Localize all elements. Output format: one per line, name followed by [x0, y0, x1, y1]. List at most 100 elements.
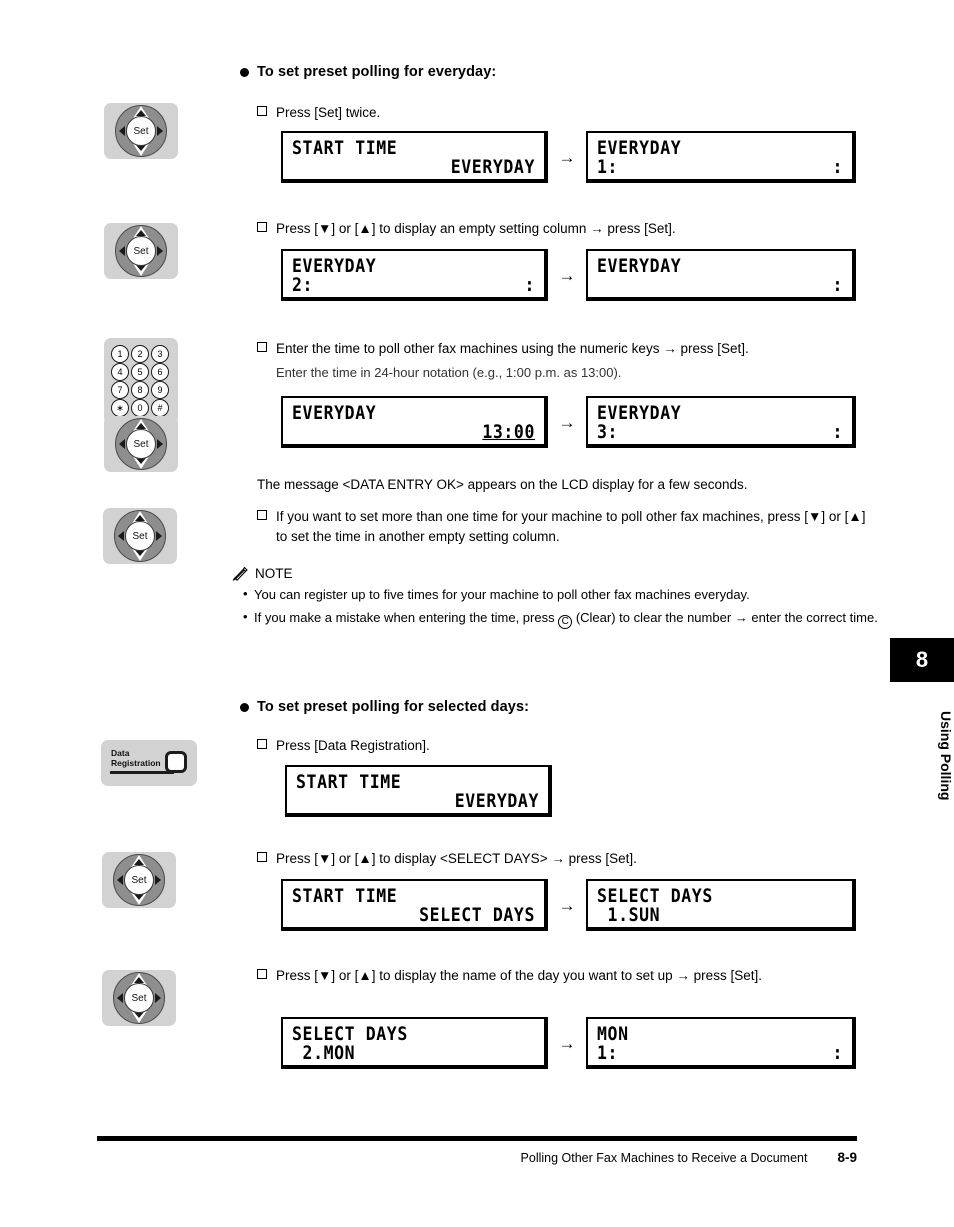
lcd-text-bottom-right: :	[832, 1042, 843, 1064]
lcd-display-left: START TIME SELECT DAYS	[281, 879, 548, 931]
section-heading-text: To set preset polling for selected days:	[257, 699, 530, 715]
step-text: Press [Data Registration].	[276, 738, 430, 753]
set-key-illustration-2: Set	[104, 223, 178, 279]
keypad-key: 4	[111, 363, 129, 381]
lcd-text-bottom-left: 2:	[292, 274, 314, 296]
data-registration-line1: Data	[111, 748, 130, 758]
step-item: Press [Set] twice.	[257, 103, 882, 123]
keypad-key: 5	[131, 363, 149, 381]
lcd-display-left: SELECT DAYS 2.MON	[281, 1017, 548, 1069]
lcd-text-bottom-left: 2.MON	[292, 1042, 356, 1064]
keypad-grid: 1 2 3 4 5 6 7 8 9 ∗ 0 #	[111, 345, 171, 417]
lcd-display-left: START TIME EVERYDAY	[281, 131, 548, 183]
keypad-key: 7	[111, 381, 129, 399]
arrow-right-icon	[157, 246, 163, 256]
arrow-left-icon	[119, 439, 125, 449]
arrow-left-icon	[119, 126, 125, 136]
set-key-illustration-6: Set	[102, 970, 176, 1026]
set-button-label: Set	[126, 236, 156, 266]
lcd-pair-5: START TIME SELECT DAYS → SELECT DAYS 1.S…	[281, 879, 856, 931]
lcd-display-left: EVERYDAY 2: :	[281, 249, 548, 301]
numeric-keypad-illustration: 1 2 3 4 5 6 7 8 9 ∗ 0 #	[104, 338, 178, 424]
arrow-left-icon	[118, 531, 124, 541]
note-block: NOTE You can register up to five times f…	[231, 565, 881, 633]
lcd-display-left: START TIME EVERYDAY	[285, 765, 552, 817]
set-button-label: Set	[125, 521, 155, 551]
nav-ring-group: Set	[115, 225, 167, 277]
flow-arrow-icon: →	[558, 1033, 576, 1053]
section-heading-selected-days: To set preset polling for selected days:	[240, 699, 529, 715]
lcd-text-bottom-left: 1:	[597, 156, 619, 178]
nav-ring-group: Set	[113, 972, 165, 1024]
lcd-display-right: EVERYDAY 3: :	[586, 396, 856, 448]
nav-ring-group: Set	[114, 510, 166, 562]
step-checkbox-icon	[257, 106, 267, 116]
note-item: If you make a mistake when entering the …	[243, 608, 881, 629]
set-key-illustration-5: Set	[102, 852, 176, 908]
nav-ring-group: Set	[115, 105, 167, 157]
lcd-text-bottom-right: 13:00	[482, 421, 535, 443]
keypad-key: 9	[151, 381, 169, 399]
step-item: If you want to set more than one time fo…	[257, 507, 877, 547]
note-item: You can register up to five times for yo…	[243, 585, 881, 605]
lcd-text-bottom-right: :	[832, 156, 843, 178]
flow-arrow-icon: →	[558, 147, 576, 167]
note-item-text-post: (Clear) to clear the number → enter the …	[572, 609, 878, 625]
keypad-key: 8	[131, 381, 149, 399]
lcd-text-bottom-left: 1.SUN	[597, 904, 661, 926]
keypad-key: 6	[151, 363, 169, 381]
manual-page: Set Set 1 2 3 4 5 6 7 8 9 ∗ 0 # Set Set …	[0, 0, 954, 1227]
lcd-text-bottom-left: 3:	[597, 421, 619, 443]
chapter-label: Using Polling	[938, 711, 954, 801]
lcd-text-bottom-right: :	[832, 274, 843, 296]
set-key-illustration-3: Set	[104, 416, 178, 472]
lcd-text-bottom-right: :	[524, 274, 535, 296]
step-item: Enter the time to poll other fax machine…	[257, 339, 882, 359]
note-label: NOTE	[255, 566, 293, 581]
clear-key-icon: C	[558, 614, 573, 629]
step-checkbox-icon	[257, 969, 267, 979]
set-button-label: Set	[124, 865, 154, 895]
arrow-right-icon	[157, 439, 163, 449]
chapter-tab: 8 Using Polling	[890, 638, 954, 816]
step-text: If you want to set more than one time fo…	[276, 509, 866, 544]
arrow-right-icon	[157, 126, 163, 136]
flow-arrow-icon: →	[558, 895, 576, 915]
lcd-pair-3: EVERYDAY 13:00 → EVERYDAY 3: :	[281, 396, 856, 448]
arrow-right-icon	[155, 993, 161, 1003]
step-text: Enter the time to poll other fax machine…	[276, 341, 749, 356]
lcd-text-bottom-left: 1:	[597, 1042, 619, 1064]
data-registration-label: Data Registration	[111, 748, 169, 768]
footer-rule	[97, 1136, 857, 1141]
chapter-number: 8	[890, 638, 954, 682]
keypad-key: 1	[111, 345, 129, 363]
data-registration-underline	[110, 771, 174, 774]
lcd-text-bottom-right: EVERYDAY	[454, 790, 539, 812]
step-checkbox-icon	[257, 852, 267, 862]
lcd-display-right: EVERYDAY :	[586, 249, 856, 301]
step-checkbox-icon	[257, 342, 267, 352]
keypad-key: 0	[131, 399, 149, 417]
arrow-right-icon	[155, 875, 161, 885]
flow-arrow-icon: →	[558, 265, 576, 285]
lcd-text-bottom-right: SELECT DAYS	[419, 904, 535, 926]
lcd-pair-6: SELECT DAYS 2.MON → MON 1: :	[281, 1017, 856, 1069]
keypad-key: #	[151, 399, 169, 417]
data-entry-ok-paragraph: The message <DATA ENTRY OK> appears on t…	[257, 477, 748, 492]
data-registration-keycap-icon	[165, 751, 187, 773]
lcd-display-left: EVERYDAY 13:00	[281, 396, 548, 448]
section-heading-everyday: To set preset polling for everyday:	[240, 64, 496, 80]
arrow-left-icon	[117, 875, 123, 885]
step-text: Press [▼] or [▲] to display the name of …	[276, 968, 762, 983]
lcd-display-right: MON 1: :	[586, 1017, 856, 1069]
arrow-left-icon	[117, 993, 123, 1003]
arrow-right-icon	[156, 531, 162, 541]
note-items: You can register up to five times for yo…	[231, 585, 881, 629]
set-key-illustration-4: Set	[103, 508, 177, 564]
data-registration-line2: Registration	[111, 758, 161, 768]
step-checkbox-icon	[257, 222, 267, 232]
note-item-text: You can register up to five times for yo…	[254, 587, 750, 602]
key-illustration-gutter: Set Set 1 2 3 4 5 6 7 8 9 ∗ 0 # Set Set …	[0, 0, 230, 1130]
step-item: Press [▼] or [▲] to display an empty set…	[257, 219, 882, 239]
lcd-text-top-left: EVERYDAY	[292, 402, 377, 424]
